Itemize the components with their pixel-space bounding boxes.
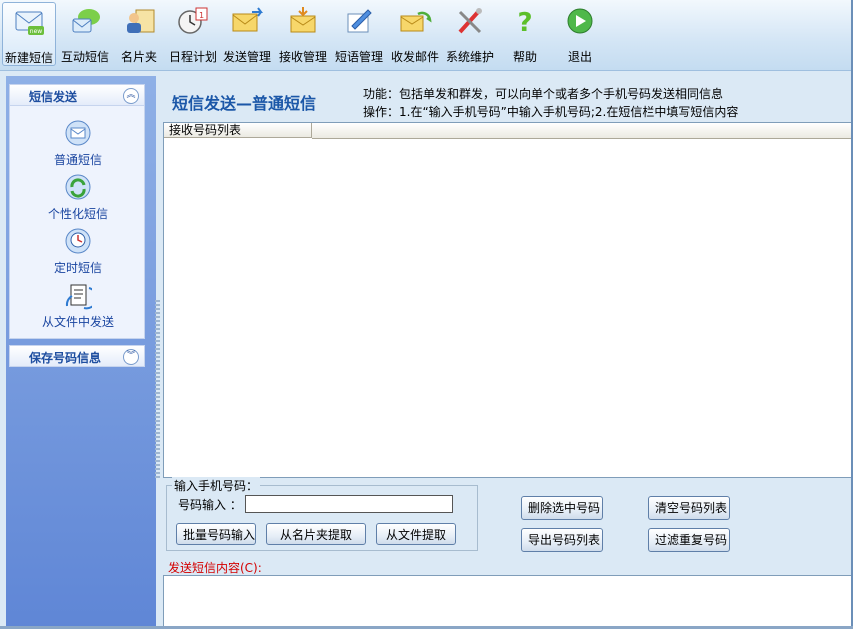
chevron-up-icon[interactable]: ︽ xyxy=(123,88,139,104)
number-input[interactable] xyxy=(245,495,453,513)
splitter-handle[interactable] xyxy=(155,300,160,480)
panel-header-save-numbers[interactable]: 保存号码信息 ︾ xyxy=(9,345,145,367)
sidebar-item-label: 普通短信 xyxy=(53,153,102,167)
personalized-sms-icon xyxy=(64,174,92,202)
extract-from-contacts-button[interactable]: 从名片夹提取 xyxy=(266,523,366,545)
panel-title: 保存号码信息 xyxy=(29,351,102,365)
sidebar-item-label: 定时短信 xyxy=(53,261,102,275)
interactive-sms-icon xyxy=(68,6,102,36)
toolbar-send-manage-button[interactable]: 发送管理 xyxy=(220,2,274,66)
delete-selected-button[interactable]: 删除选中号码 xyxy=(521,496,603,520)
extract-from-file-button[interactable]: 从文件提取 xyxy=(376,523,456,545)
filter-duplicates-button[interactable]: 过滤重复号码 xyxy=(648,528,730,552)
svg-text:new: new xyxy=(30,28,42,35)
sidebar-item-label: 个性化短信 xyxy=(47,207,108,221)
panel-title: 短信发送 xyxy=(29,90,78,104)
receive-mail-icon xyxy=(286,6,320,36)
toolbar-new-sms-button[interactable]: new 新建短信 xyxy=(2,2,56,66)
toolbar-email-button[interactable]: 收发邮件 xyxy=(388,2,442,66)
sidebar-item-scheduled-sms[interactable]: 定时短信 xyxy=(10,228,146,280)
panel-body-sms-send: 普通短信 个性化短信 定时短信 从文件中发送 xyxy=(9,106,145,339)
svg-text:1: 1 xyxy=(199,11,204,20)
toolbar-contacts-button[interactable]: 名片夹 xyxy=(112,2,166,66)
chevron-down-icon[interactable]: ︾ xyxy=(123,349,139,365)
toolbar-receive-manage-button[interactable]: 接收管理 xyxy=(276,2,330,66)
sms-content-textarea[interactable] xyxy=(163,575,853,629)
page-title: 短信发送—普通短信 xyxy=(172,94,317,113)
panel-header-sms-send[interactable]: 短信发送 ︽ xyxy=(9,84,145,106)
export-list-button[interactable]: 导出号码列表 xyxy=(521,528,603,552)
app-window: new 新建短信 互动短信 名片夹 1 日程计划 发送管理 接收管理 短语管理 … xyxy=(0,0,853,629)
clear-list-button[interactable]: 清空号码列表 xyxy=(648,496,730,520)
tools-icon xyxy=(453,6,487,36)
group-legend: 输入手机号码： xyxy=(172,477,261,494)
toolbar-help-button[interactable]: ? 帮助 xyxy=(498,2,552,66)
sidebar-item-send-from-file[interactable]: 从文件中发送 xyxy=(10,282,146,334)
sms-content-label: 发送短信内容(C): xyxy=(168,561,262,575)
toolbar-interactive-sms-button[interactable]: 互动短信 xyxy=(58,2,112,66)
function-description: 功能：包括单发和群发，可以向单个或者多个手机号码发送相同信息 xyxy=(363,87,724,101)
sidebar-item-normal-sms[interactable]: 普通短信 xyxy=(10,120,146,172)
main-toolbar: new 新建短信 互动短信 名片夹 1 日程计划 发送管理 接收管理 短语管理 … xyxy=(0,0,853,71)
new-sms-icon: new xyxy=(12,7,46,37)
column-header-empty xyxy=(312,123,853,139)
toolbar-exit-button[interactable]: 退出 xyxy=(553,2,607,66)
number-input-label: 号码输入 ： xyxy=(178,498,242,512)
toolbar-schedule-button[interactable]: 1 日程计划 xyxy=(166,2,220,66)
send-from-file-icon xyxy=(64,282,98,310)
exit-icon xyxy=(563,6,597,36)
svg-text:?: ? xyxy=(517,8,532,36)
sidebar-item-label: 从文件中发送 xyxy=(41,315,114,329)
toolbar-system-button[interactable]: 系统维护 xyxy=(443,2,497,66)
recipient-number-list[interactable]: 接收号码列表 xyxy=(163,122,853,478)
send-mail-icon xyxy=(230,6,264,36)
operation-description: 操作：1.在“输入手机号码”中输入手机号码;2.在短信栏中填写短信内容 xyxy=(363,105,739,119)
contacts-icon xyxy=(122,6,156,36)
sidebar-item-personalized-sms[interactable]: 个性化短信 xyxy=(10,174,146,226)
email-exchange-icon xyxy=(398,6,432,36)
toolbar-phrase-manage-button[interactable]: 短语管理 xyxy=(332,2,386,66)
help-icon: ? xyxy=(508,6,542,38)
phrase-edit-icon xyxy=(342,6,376,36)
toolbar-label: 退出 xyxy=(567,50,592,64)
sms-envelope-icon xyxy=(64,120,92,148)
calendar-icon: 1 xyxy=(176,6,210,36)
scheduled-sms-icon xyxy=(64,228,92,256)
batch-input-button[interactable]: 批量号码输入 xyxy=(176,523,256,545)
column-header-recipient-numbers[interactable]: 接收号码列表 xyxy=(164,123,312,138)
